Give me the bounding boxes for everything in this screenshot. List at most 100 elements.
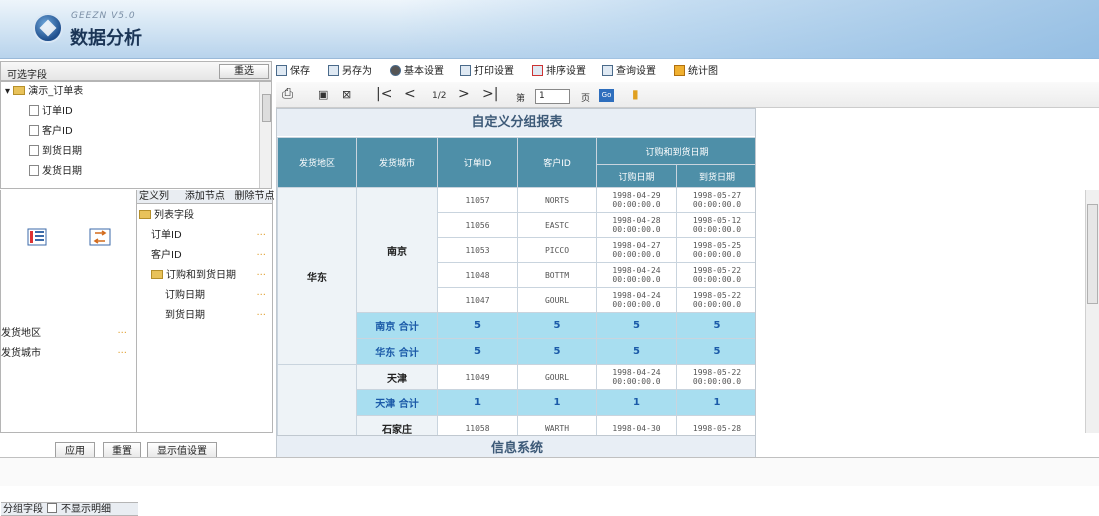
header-city[interactable]: 发货城市 xyxy=(356,137,438,188)
header-order-id[interactable]: 订单ID xyxy=(437,137,518,188)
document-icon xyxy=(29,125,39,136)
main-toolbar: 保存 另存为 基本设置 打印设置 排序设置 查询设置 统计图 xyxy=(276,59,1099,79)
header-date-group: 订购和到货日期 xyxy=(595,137,755,165)
city-subtotal-label: 南京 合计 xyxy=(356,312,438,339)
cell-customer-id: GOURL xyxy=(517,287,597,313)
cell-order-id: 11057 xyxy=(437,187,518,213)
group-fields-header: 分组字段 不显示明细 xyxy=(1,502,138,516)
tree-item[interactable]: 发货日期 xyxy=(29,164,82,180)
add-node-button[interactable]: 添加节点 xyxy=(185,191,225,202)
sort-settings-button[interactable]: 排序设置 xyxy=(532,62,586,77)
subtotal-cell: 1 xyxy=(437,389,518,416)
last-page-icon[interactable]: >| xyxy=(482,86,498,102)
column-layout-icon[interactable] xyxy=(27,228,47,246)
cell-order-id: 11056 xyxy=(437,212,518,238)
status-bar xyxy=(0,457,1099,486)
document-icon xyxy=(29,165,39,176)
def-group[interactable]: 订购和到货日期 ··· xyxy=(151,268,266,284)
cell-arrive-date: 1998-05-12 00:00:00.0 xyxy=(675,212,755,238)
page-prefix: 第 xyxy=(516,94,526,104)
cell-order-date: 1998-04-24 00:00:00.0 xyxy=(596,262,677,288)
cell-customer-id: BOTTM xyxy=(517,262,597,288)
query-icon xyxy=(602,65,613,76)
city-cell: 南京 xyxy=(356,187,438,313)
query-settings-button[interactable]: 查询设置 xyxy=(602,62,656,77)
tab-define-columns[interactable]: 定义列 xyxy=(139,191,169,202)
report-view: 自定义分组报表 发货地区 发货城市 订单ID 客户ID 订购和到货日期 订购日期… xyxy=(276,108,756,460)
def-item[interactable]: 客户ID ··· xyxy=(151,248,266,264)
reselect-button[interactable]: 重选 xyxy=(219,64,269,79)
subtotal-cell: 1 xyxy=(517,389,597,416)
scroll-thumb[interactable] xyxy=(1087,204,1098,304)
def-root[interactable]: 列表字段 xyxy=(139,208,194,224)
city-cell: 天津 xyxy=(356,364,438,390)
group-field-item[interactable]: 发货城市 ··· xyxy=(1,346,133,362)
group-field-item[interactable]: 发货地区 ··· xyxy=(1,326,133,342)
brand-title: 数据分析 xyxy=(70,28,142,49)
cell-arrive-date: 1998-05-22 00:00:00.0 xyxy=(675,287,755,313)
header-customer-id[interactable]: 客户ID xyxy=(517,137,597,188)
swap-icon[interactable] xyxy=(89,228,111,246)
report-scrollbar[interactable] xyxy=(1085,190,1099,433)
def-item[interactable]: 订单ID ··· xyxy=(151,228,266,244)
subtotal-cell: 1 xyxy=(675,389,755,416)
field-panel-label: 可选字段 xyxy=(7,70,47,81)
document-icon xyxy=(29,105,39,116)
report-table: 发货地区 发货城市 订单ID 客户ID 订购和到货日期 订购日期 到货日期 华东… xyxy=(277,137,755,441)
bar-chart-icon xyxy=(674,65,685,76)
def-group-item[interactable]: 订购日期 ··· xyxy=(165,288,266,304)
printer-icon xyxy=(460,65,471,76)
print-icon[interactable]: ⎙ xyxy=(282,86,293,102)
page-input[interactable]: 1 xyxy=(535,89,570,104)
cell-order-date: 1998-04-27 00:00:00.0 xyxy=(596,237,677,263)
cell-customer-id: NORTS xyxy=(517,187,597,213)
subtotal-cell: 5 xyxy=(675,338,755,365)
chart-button[interactable]: 统计图 xyxy=(674,62,718,77)
tree-item[interactable]: 订单ID xyxy=(29,104,73,120)
logo-icon xyxy=(33,13,63,43)
document-icon xyxy=(29,145,39,156)
save-icon xyxy=(276,65,287,76)
cell-order-date: 1998-04-28 00:00:00.0 xyxy=(596,212,677,238)
header-order-date[interactable]: 订购日期 xyxy=(596,164,677,188)
tree-item[interactable]: 客户ID xyxy=(29,124,73,140)
header-region[interactable]: 发货地区 xyxy=(277,137,357,188)
def-group-item[interactable]: 到货日期 ··· xyxy=(165,308,266,324)
export-word-icon[interactable]: ▣ xyxy=(318,88,328,101)
cell-customer-id: PICCO xyxy=(517,237,597,263)
prev-page-icon[interactable]: < xyxy=(404,86,416,102)
save-button[interactable]: 保存 xyxy=(276,62,310,77)
tree-scrollbar[interactable] xyxy=(259,82,271,188)
scroll-thumb[interactable] xyxy=(262,94,271,122)
cell-order-date: 1998-04-24 00:00:00.0 xyxy=(596,364,677,390)
subtotal-cell: 5 xyxy=(437,338,518,365)
tree-item[interactable]: 到货日期 xyxy=(29,144,82,160)
chart-icon[interactable]: ▮ xyxy=(632,87,639,101)
first-page-icon[interactable]: |< xyxy=(376,86,392,102)
tree-root[interactable]: ▾ 演示_订单表 xyxy=(5,84,83,100)
cell-arrive-date: 1998-05-22 00:00:00.0 xyxy=(675,364,755,390)
page-suffix: 页 xyxy=(581,94,591,104)
cell-order-id: 11049 xyxy=(437,364,518,390)
sort-icon xyxy=(532,65,543,76)
subtotal-cell: 5 xyxy=(517,338,597,365)
region-cell: 华东 xyxy=(277,187,357,365)
export-excel-icon[interactable]: ⊠ xyxy=(342,88,351,101)
header-arrive-date[interactable]: 到货日期 xyxy=(675,164,755,188)
print-settings-button[interactable]: 打印设置 xyxy=(460,62,514,77)
next-page-icon[interactable]: > xyxy=(458,86,470,102)
cell-order-id: 11047 xyxy=(437,287,518,313)
subtotal-cell: 5 xyxy=(517,312,597,339)
report-toolbar: ⎙ ▣ ⊠ |< < 1/2 > >| 第 1 页 Go ▮ xyxy=(276,82,1099,108)
region-cell-empty xyxy=(277,364,357,441)
define-columns-header: 定义列 添加节点 删除节点 xyxy=(137,190,274,204)
delete-node-button[interactable]: 删除节点 xyxy=(234,191,274,202)
save-as-button[interactable]: 另存为 xyxy=(328,62,372,77)
go-button[interactable]: Go xyxy=(599,89,614,102)
subtotal-cell: 1 xyxy=(596,389,677,416)
hide-detail-checkbox[interactable] xyxy=(47,503,57,513)
define-columns-panel: 定义列 添加节点 删除节点 列表字段 订单ID ··· 客户ID ··· 订购和到货… xyxy=(137,190,274,433)
basic-settings-button[interactable]: 基本设置 xyxy=(390,62,444,77)
folder-icon xyxy=(151,270,163,279)
cell-customer-id: EASTC xyxy=(517,212,597,238)
